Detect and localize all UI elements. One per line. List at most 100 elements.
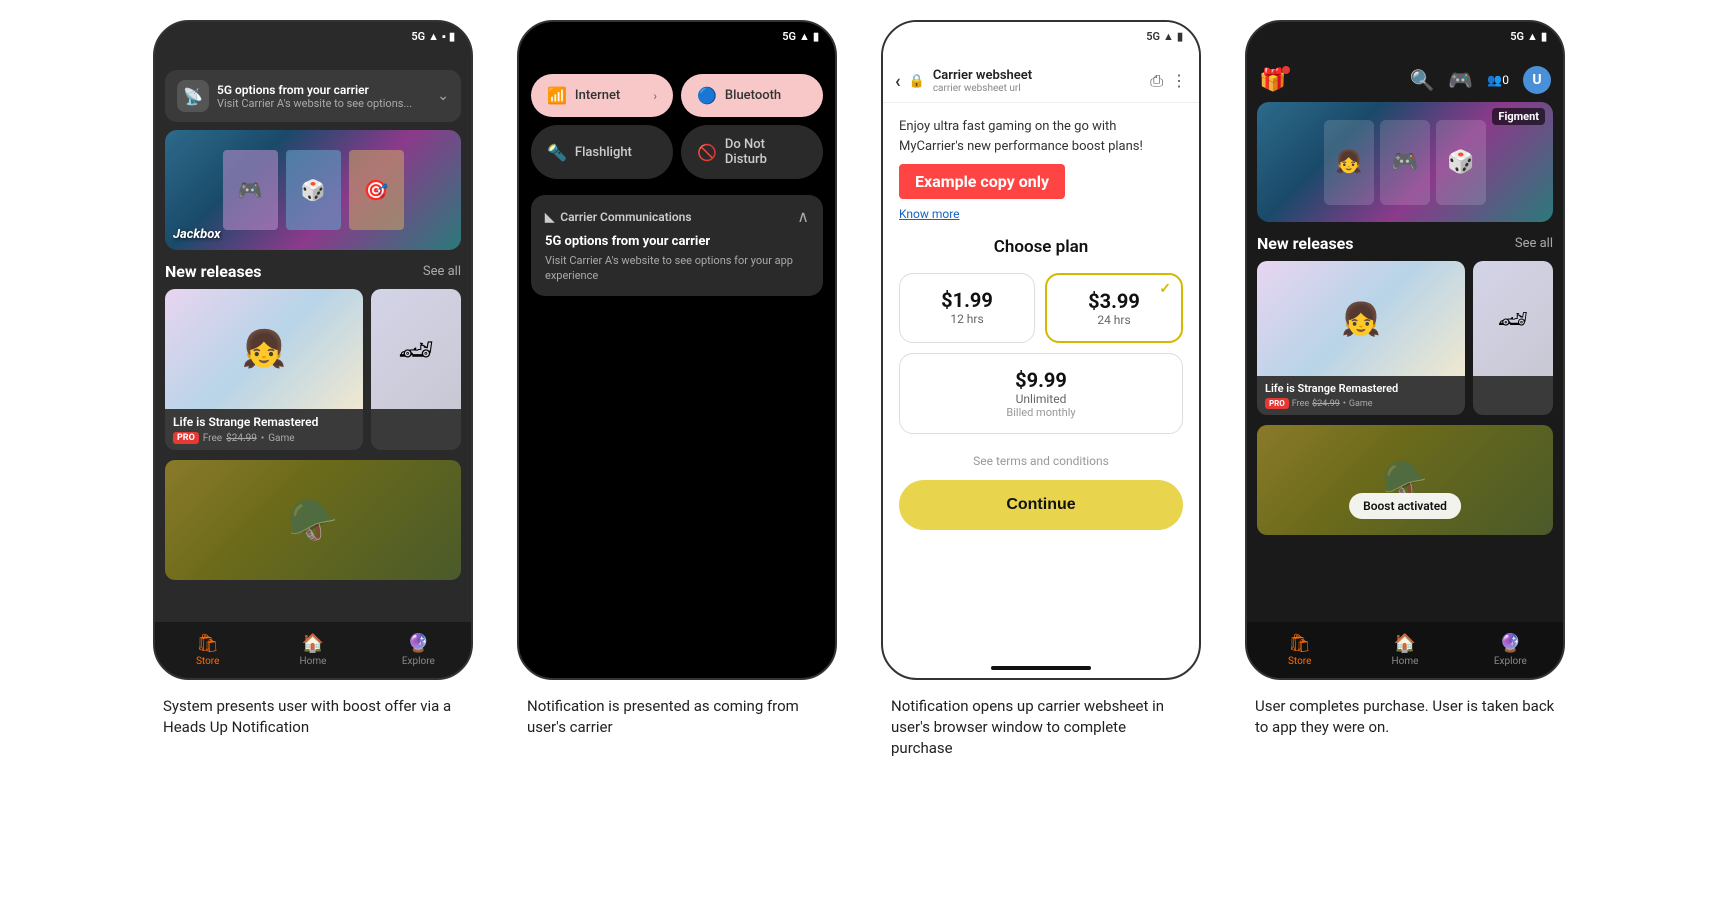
games-row-1: 👧 Life is Strange Remastered PRO Free $2… (155, 289, 471, 450)
dnd-icon: 🚫 (697, 143, 717, 162)
screenshot-col-4: 5G ▲ ▮ 🎁 🔍 🎮 👥0 U (1235, 20, 1575, 738)
home-label-1: Home (300, 656, 327, 667)
gift-btn-4[interactable]: 🎁 (1259, 68, 1286, 93)
qs-flashlight[interactable]: 🔦 Flashlight (531, 125, 673, 179)
menu-icon-3[interactable]: ⋮ (1171, 71, 1187, 91)
flashlight-icon: 🔦 (547, 143, 567, 162)
section-header-1: New releases See all (155, 262, 471, 289)
nav-explore-1[interactable]: 🔮 Explore (366, 633, 471, 667)
game-card-moto[interactable]: 🏎 (371, 289, 461, 450)
signal-icons-4: 5G ▲ ▮ (1510, 30, 1547, 43)
nav-home-1[interactable]: 🏠 Home (260, 633, 365, 667)
nav-home-4[interactable]: 🏠 Home (1352, 633, 1457, 667)
notif-text-1: 5G options from your carrier Visit Carri… (217, 83, 429, 110)
quick-settings-2: 📶 Internet › 🔵 Bluetooth 🔦 Flashlight (531, 74, 823, 179)
phone-screen-3: 5G ▲ ▮ ‹ 🔒 Carrier websheet carrier webs… (881, 20, 1201, 680)
internet-arrow: › (653, 89, 657, 103)
battery-icon-4: ▮ (1541, 30, 1547, 43)
bluetooth-label: Bluetooth (725, 88, 781, 103)
nav-store-1[interactable]: 🛍 Store (155, 633, 260, 667)
art-block-2: 🎲 (286, 150, 341, 230)
bottom-nav-4: 🛍 Store 🏠 Home 🔮 Explore (1247, 622, 1563, 678)
pro-badge-lis: PRO (173, 432, 199, 444)
game-info-lis-4: Life is Strange Remastered PRO Free $24.… (1257, 376, 1465, 415)
plan-price-3-99: $3.99 (1061, 289, 1167, 313)
url-info-3: Carrier websheet carrier websheet url (933, 68, 1142, 94)
screenshot-col-3: 5G ▲ ▮ ‹ 🔒 Carrier websheet carrier webs… (871, 20, 1211, 759)
game-thumb-lis-4: 👧 (1257, 261, 1465, 376)
bottom-nav-1: 🛍 Store 🏠 Home 🔮 Explore (155, 622, 471, 678)
continue-button-3[interactable]: Continue (899, 480, 1183, 530)
game-card-moto-4[interactable]: 🏎 (1473, 261, 1553, 415)
art-piece-3: 🎲 (1436, 120, 1486, 205)
art-block-1: 🎮 (223, 150, 278, 230)
notification-banner-1[interactable]: 📡 5G options from your carrier Visit Car… (165, 70, 461, 122)
flashlight-label: Flashlight (575, 145, 632, 160)
status-bar-3: 5G ▲ ▮ (883, 22, 1199, 47)
explore-icon-4: 🔮 (1499, 633, 1521, 654)
large-card-4[interactable]: 🪖 Boost activated (1257, 425, 1553, 535)
status-bar-1: 5G ▲ ▪ ▮ (155, 22, 471, 47)
caption-2: Notification is presented as coming from… (527, 696, 827, 738)
controller-icon-4[interactable]: 🎮 (1448, 68, 1473, 92)
terms-link-3[interactable]: See terms and conditions (899, 454, 1183, 468)
carrier-arrow-icon: ◣ (545, 210, 554, 224)
url-title-3: Carrier websheet (933, 68, 1142, 83)
caption-3: Notification opens up carrier websheet i… (891, 696, 1191, 759)
carrier-chevron: ∧ (797, 207, 809, 226)
pro-badge-lis-4: PRO (1265, 398, 1289, 409)
phone-screen-4: 5G ▲ ▮ 🎁 🔍 🎮 👥0 U (1245, 20, 1565, 680)
qs-internet[interactable]: 📶 Internet › (531, 74, 673, 117)
5g-label-3: 5G (1146, 30, 1160, 43)
carrier-notif-body: Visit Carrier A's website to see options… (545, 253, 809, 284)
signal-icon-3: ▲ (1163, 30, 1174, 43)
search-icon-4[interactable]: 🔍 (1410, 68, 1435, 92)
boost-badge-4: Boost activated (1349, 493, 1461, 519)
bluetooth-icon: 🔵 (697, 86, 717, 105)
see-all-4[interactable]: See all (1515, 236, 1553, 251)
free-label-lis: Free (203, 433, 222, 444)
game-meta-lis: PRO Free $24.99 • Game (173, 432, 355, 444)
back-button-3[interactable]: ‹ (895, 71, 901, 92)
game-type-lis-4: Game (1349, 399, 1373, 409)
nav-store-4[interactable]: 🛍 Store (1247, 633, 1352, 667)
game-price-lis: $24.99 (226, 433, 257, 444)
avatar-4[interactable]: U (1523, 66, 1551, 94)
page-content-3: Enjoy ultra fast gaming on the go with M… (883, 103, 1199, 552)
explore-icon-1: 🔮 (407, 633, 429, 654)
lock-icon-3: 🔒 (909, 74, 925, 89)
plan-card-unlimited[interactable]: $9.99 Unlimited Billed monthly (899, 353, 1183, 434)
carrier-notification-2[interactable]: ◣ Carrier Communications ∧ 5G options fr… (531, 195, 823, 296)
nav-explore-4[interactable]: 🔮 Explore (1458, 633, 1563, 667)
know-more-link-3[interactable]: Know more (899, 207, 1183, 221)
large-card-1[interactable]: 🪖 (165, 460, 461, 580)
art-block-3: 🎯 (349, 150, 404, 230)
qs-bluetooth[interactable]: 🔵 Bluetooth (681, 74, 823, 117)
store-icon-1: 🛍 (196, 633, 219, 654)
signal-icons-3: 5G ▲ ▮ (1146, 30, 1183, 43)
game-title-lis-4: Life is Strange Remastered (1265, 382, 1457, 395)
game-card-lis[interactable]: 👧 Life is Strange Remastered PRO Free $2… (165, 289, 363, 450)
status-bar-2: 5G ▲ ▮ (519, 22, 835, 47)
battery-icon-1: ▮ (449, 30, 455, 43)
page-text-3: Enjoy ultra fast gaming on the go with M… (899, 117, 1183, 156)
game-price-lis-4: $24.99 (1312, 399, 1340, 409)
battery-icon-3: ▮ (1177, 30, 1183, 43)
phone-screen-2: 5G ▲ ▮ 📶 Internet › 🔵 Bluetooth (517, 20, 837, 680)
user-count-4: 👥0 (1487, 73, 1509, 87)
bottom-bar-3 (991, 666, 1091, 670)
explore-label-4: Explore (1494, 656, 1527, 667)
share-icon-3[interactable]: ⎙ (1150, 71, 1163, 91)
signal-icon-1: ▲ (428, 30, 439, 43)
battery-icon-2: ▮ (813, 30, 819, 43)
qs-dnd[interactable]: 🚫 Do Not Disturb (681, 125, 823, 179)
game-thumb-lis: 👧 (165, 289, 363, 409)
game-card-lis-4[interactable]: 👧 Life is Strange Remastered PRO Free $2… (1257, 261, 1465, 415)
signal-icon-2: ▲ (799, 30, 810, 43)
plan-card-3-99[interactable]: $3.99 24 hrs (1045, 273, 1183, 343)
plan-card-1-99[interactable]: $1.99 12 hrs (899, 273, 1035, 343)
5g-label-1: 5G (411, 30, 425, 43)
screenshots-container: 5G ▲ ▪ ▮ 📡 5G options from your carrier … (20, 20, 1698, 759)
see-all-1[interactable]: See all (423, 264, 461, 279)
plan-note-billed: Billed monthly (914, 406, 1168, 419)
